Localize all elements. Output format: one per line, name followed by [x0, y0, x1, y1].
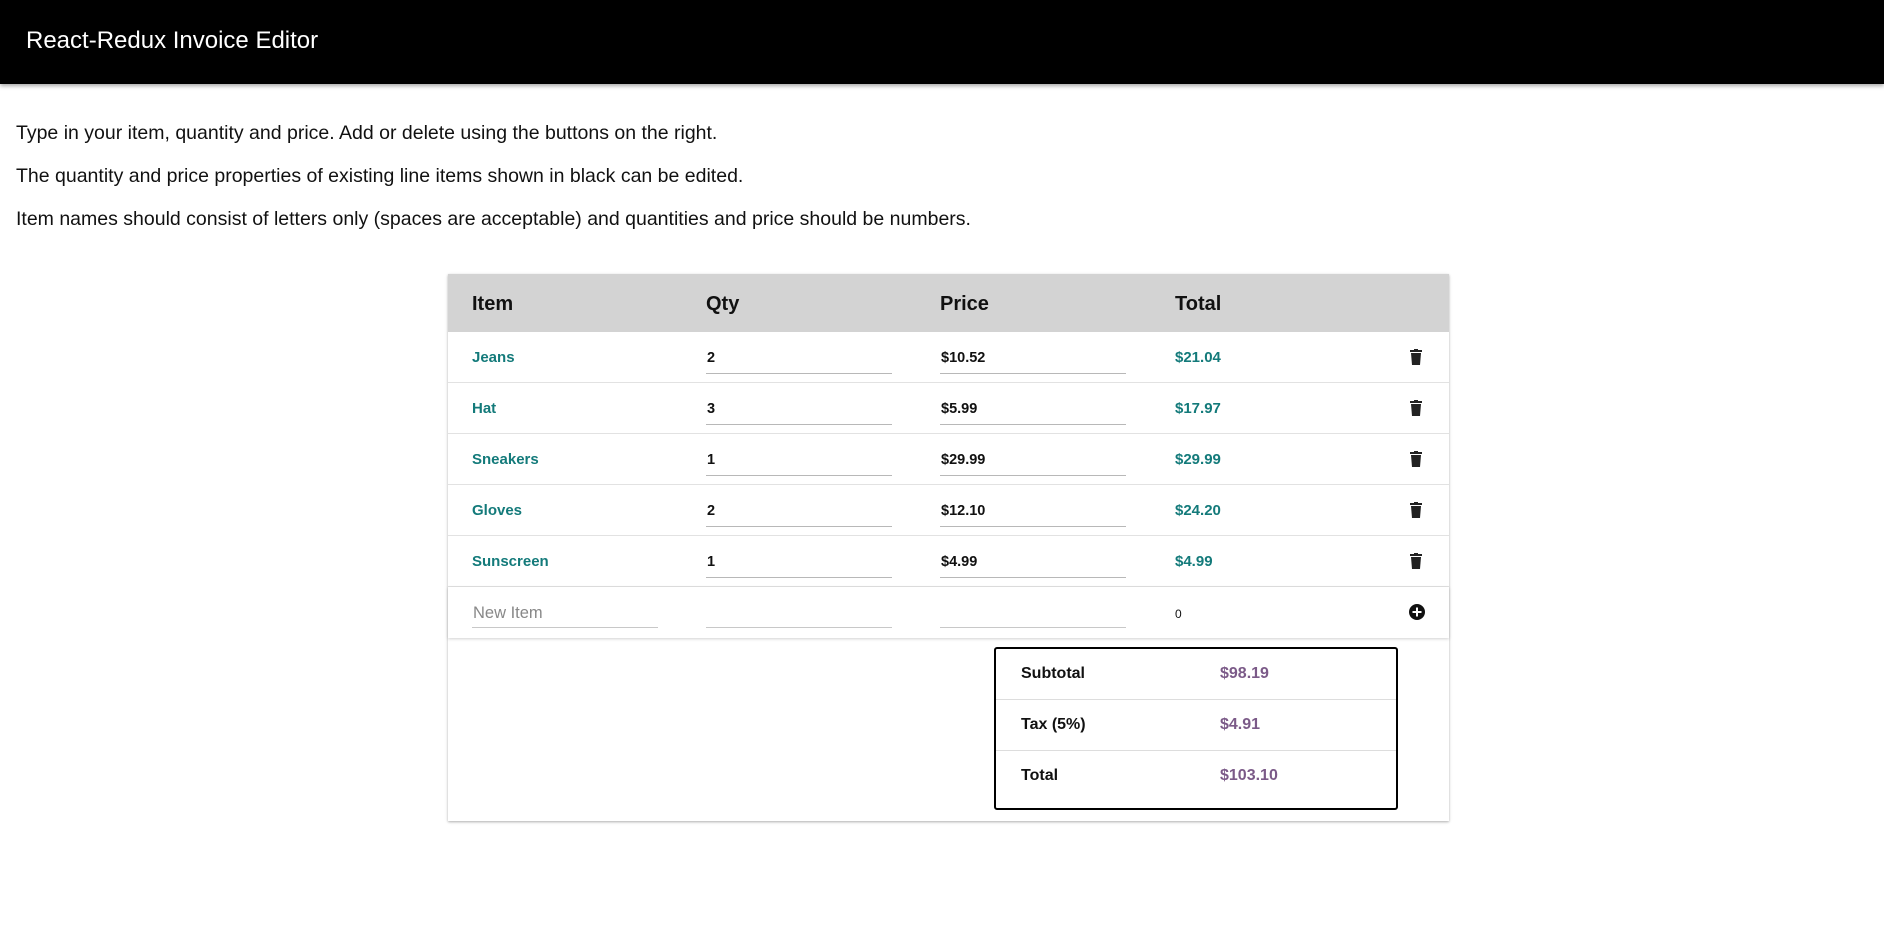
- instruction-line: Type in your item, quantity and price. A…: [16, 122, 718, 144]
- table-header: Item Qty Price Total: [448, 274, 1449, 332]
- item-name: Jeans: [472, 349, 515, 366]
- tax-value: $4.91: [1220, 716, 1261, 733]
- new-price-input[interactable]: [940, 596, 1126, 628]
- price-input[interactable]: $4.99: [940, 548, 1126, 578]
- qty-value: 1: [707, 554, 716, 570]
- instruction-line: The quantity and price properties of exi…: [16, 165, 744, 187]
- table-row: Sunscreen 1 $4.99 $4.99: [448, 536, 1449, 587]
- trash-icon[interactable]: [1410, 553, 1422, 569]
- instruction-line: Item names should consist of letters onl…: [16, 208, 971, 230]
- header-item: Item: [472, 293, 514, 315]
- qty-input[interactable]: 2: [706, 344, 892, 374]
- price-value: $5.99: [941, 401, 978, 417]
- trash-icon[interactable]: [1410, 400, 1422, 416]
- item-name: Hat: [472, 400, 497, 417]
- plus-circle-icon[interactable]: [1409, 604, 1425, 620]
- summary-box: Subtotal $98.19 Tax (5%) $4.91 Total $10…: [994, 647, 1398, 810]
- table-row: Sneakers 1 $29.99 $29.99: [448, 434, 1449, 485]
- item-name: Sneakers: [472, 451, 539, 468]
- qty-input[interactable]: 3: [706, 395, 892, 425]
- new-item-total: 0: [1175, 607, 1182, 621]
- line-total: $29.99: [1175, 451, 1221, 468]
- qty-value: 3: [707, 401, 716, 417]
- subtotal-value: $98.19: [1220, 665, 1269, 682]
- new-item-row: New Item 0: [448, 587, 1449, 638]
- price-input[interactable]: $10.52: [940, 344, 1126, 374]
- qty-value: 2: [707, 503, 716, 519]
- item-name: Gloves: [472, 502, 523, 519]
- qty-input[interactable]: 1: [706, 446, 892, 476]
- line-total: $21.04: [1175, 349, 1221, 366]
- app-title: React-Redux Invoice Editor: [26, 27, 319, 54]
- table-row: Jeans 2 $10.52 $21.04: [448, 332, 1449, 383]
- header-price: Price: [940, 293, 989, 315]
- new-item-placeholder: New Item: [473, 604, 543, 622]
- price-input[interactable]: $29.99: [940, 446, 1126, 476]
- invoice-card: Item Qty Price Total Jeans 2 $10.52 $21.…: [448, 274, 1449, 821]
- line-total: $4.99: [1175, 553, 1213, 570]
- app-bar: React-Redux Invoice Editor: [0, 0, 1884, 84]
- item-name: Sunscreen: [472, 553, 549, 570]
- qty-value: 2: [707, 350, 716, 366]
- price-value: $12.10: [941, 503, 986, 519]
- price-input[interactable]: $5.99: [940, 395, 1126, 425]
- line-total: $17.97: [1175, 400, 1221, 417]
- new-qty-input[interactable]: [706, 596, 892, 628]
- qty-input[interactable]: 1: [706, 548, 892, 578]
- grand-total-value: $103.10: [1220, 767, 1278, 784]
- line-total: $24.20: [1175, 502, 1221, 519]
- tax-row: Tax (5%) $4.91: [996, 700, 1396, 751]
- trash-icon[interactable]: [1410, 451, 1422, 467]
- price-value: $29.99: [941, 452, 986, 468]
- trash-icon[interactable]: [1410, 502, 1422, 518]
- qty-value: 1: [707, 452, 716, 468]
- qty-input[interactable]: 2: [706, 497, 892, 527]
- subtotal-label: Subtotal: [1021, 665, 1085, 682]
- price-value: $4.99: [941, 554, 978, 570]
- new-item-input[interactable]: New Item: [472, 596, 658, 628]
- price-input[interactable]: $12.10: [940, 497, 1126, 527]
- table-row: Gloves 2 $12.10 $24.20: [448, 485, 1449, 536]
- tax-label: Tax (5%): [1021, 716, 1086, 733]
- trash-icon[interactable]: [1410, 349, 1422, 365]
- price-value: $10.52: [941, 350, 986, 366]
- header-total: Total: [1175, 293, 1222, 315]
- grand-total-label: Total: [1021, 767, 1059, 784]
- grand-total-row: Total $103.10: [996, 751, 1396, 802]
- header-qty: Qty: [706, 293, 740, 315]
- instructions: Type in your item, quantity and price. A…: [16, 122, 971, 251]
- table-row: Hat 3 $5.99 $17.97: [448, 383, 1449, 434]
- subtotal-row: Subtotal $98.19: [996, 649, 1396, 700]
